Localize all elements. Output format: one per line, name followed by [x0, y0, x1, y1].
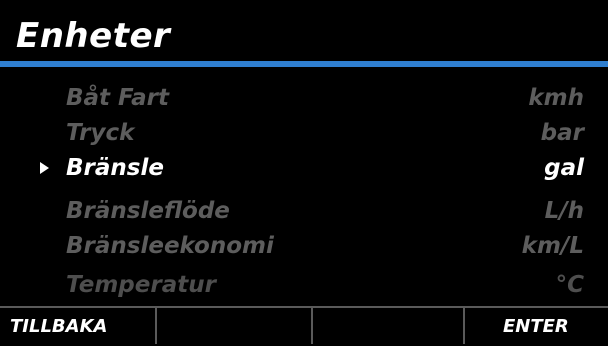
list-item-value: bar — [540, 120, 584, 146]
list-item-label: Temperatur — [66, 272, 216, 298]
list-item-label: Bränsleekonomi — [66, 233, 274, 259]
softkey-3[interactable] — [316, 308, 461, 344]
list-item-label: Tryck — [66, 120, 135, 146]
units-list: Båt Fart kmh Tryck bar Bränsle gal Bräns… — [0, 80, 608, 300]
units-screen: Enheter Båt Fart kmh Tryck bar Bränsle g… — [0, 0, 608, 344]
list-item-fuel[interactable]: Bränsle gal — [0, 150, 608, 186]
softkey-2[interactable] — [160, 308, 310, 344]
list-item-fuel-economy[interactable]: Bränsleekonomi km/L — [0, 228, 608, 264]
list-item-value: gal — [544, 155, 584, 181]
softkey-divider — [463, 308, 465, 344]
list-item-fuel-flow[interactable]: Bränsleflöde L/h — [0, 193, 608, 229]
triangle-right-icon — [40, 162, 49, 174]
list-item-value: °C — [555, 272, 584, 298]
back-button[interactable]: TILLBAKA — [10, 308, 107, 344]
list-item-value: L/h — [544, 198, 584, 224]
softkey-divider — [311, 308, 313, 344]
list-item-label: Båt Fart — [66, 85, 169, 111]
softkey-bar: TILLBAKA ENTER — [0, 306, 608, 344]
list-item-temperature[interactable]: Temperatur °C — [0, 267, 608, 300]
list-item-value: kmh — [528, 85, 584, 111]
title-underline — [0, 61, 608, 67]
list-item-pressure[interactable]: Tryck bar — [0, 115, 608, 151]
page-title: Enheter — [16, 16, 171, 56]
enter-button[interactable]: ENTER — [503, 308, 569, 344]
list-item-boat-speed[interactable]: Båt Fart kmh — [0, 80, 608, 116]
list-item-label: Bränsleflöde — [66, 198, 230, 224]
list-item-value: km/L — [521, 233, 584, 259]
softkey-divider — [155, 308, 157, 344]
list-item-label: Bränsle — [66, 155, 164, 181]
